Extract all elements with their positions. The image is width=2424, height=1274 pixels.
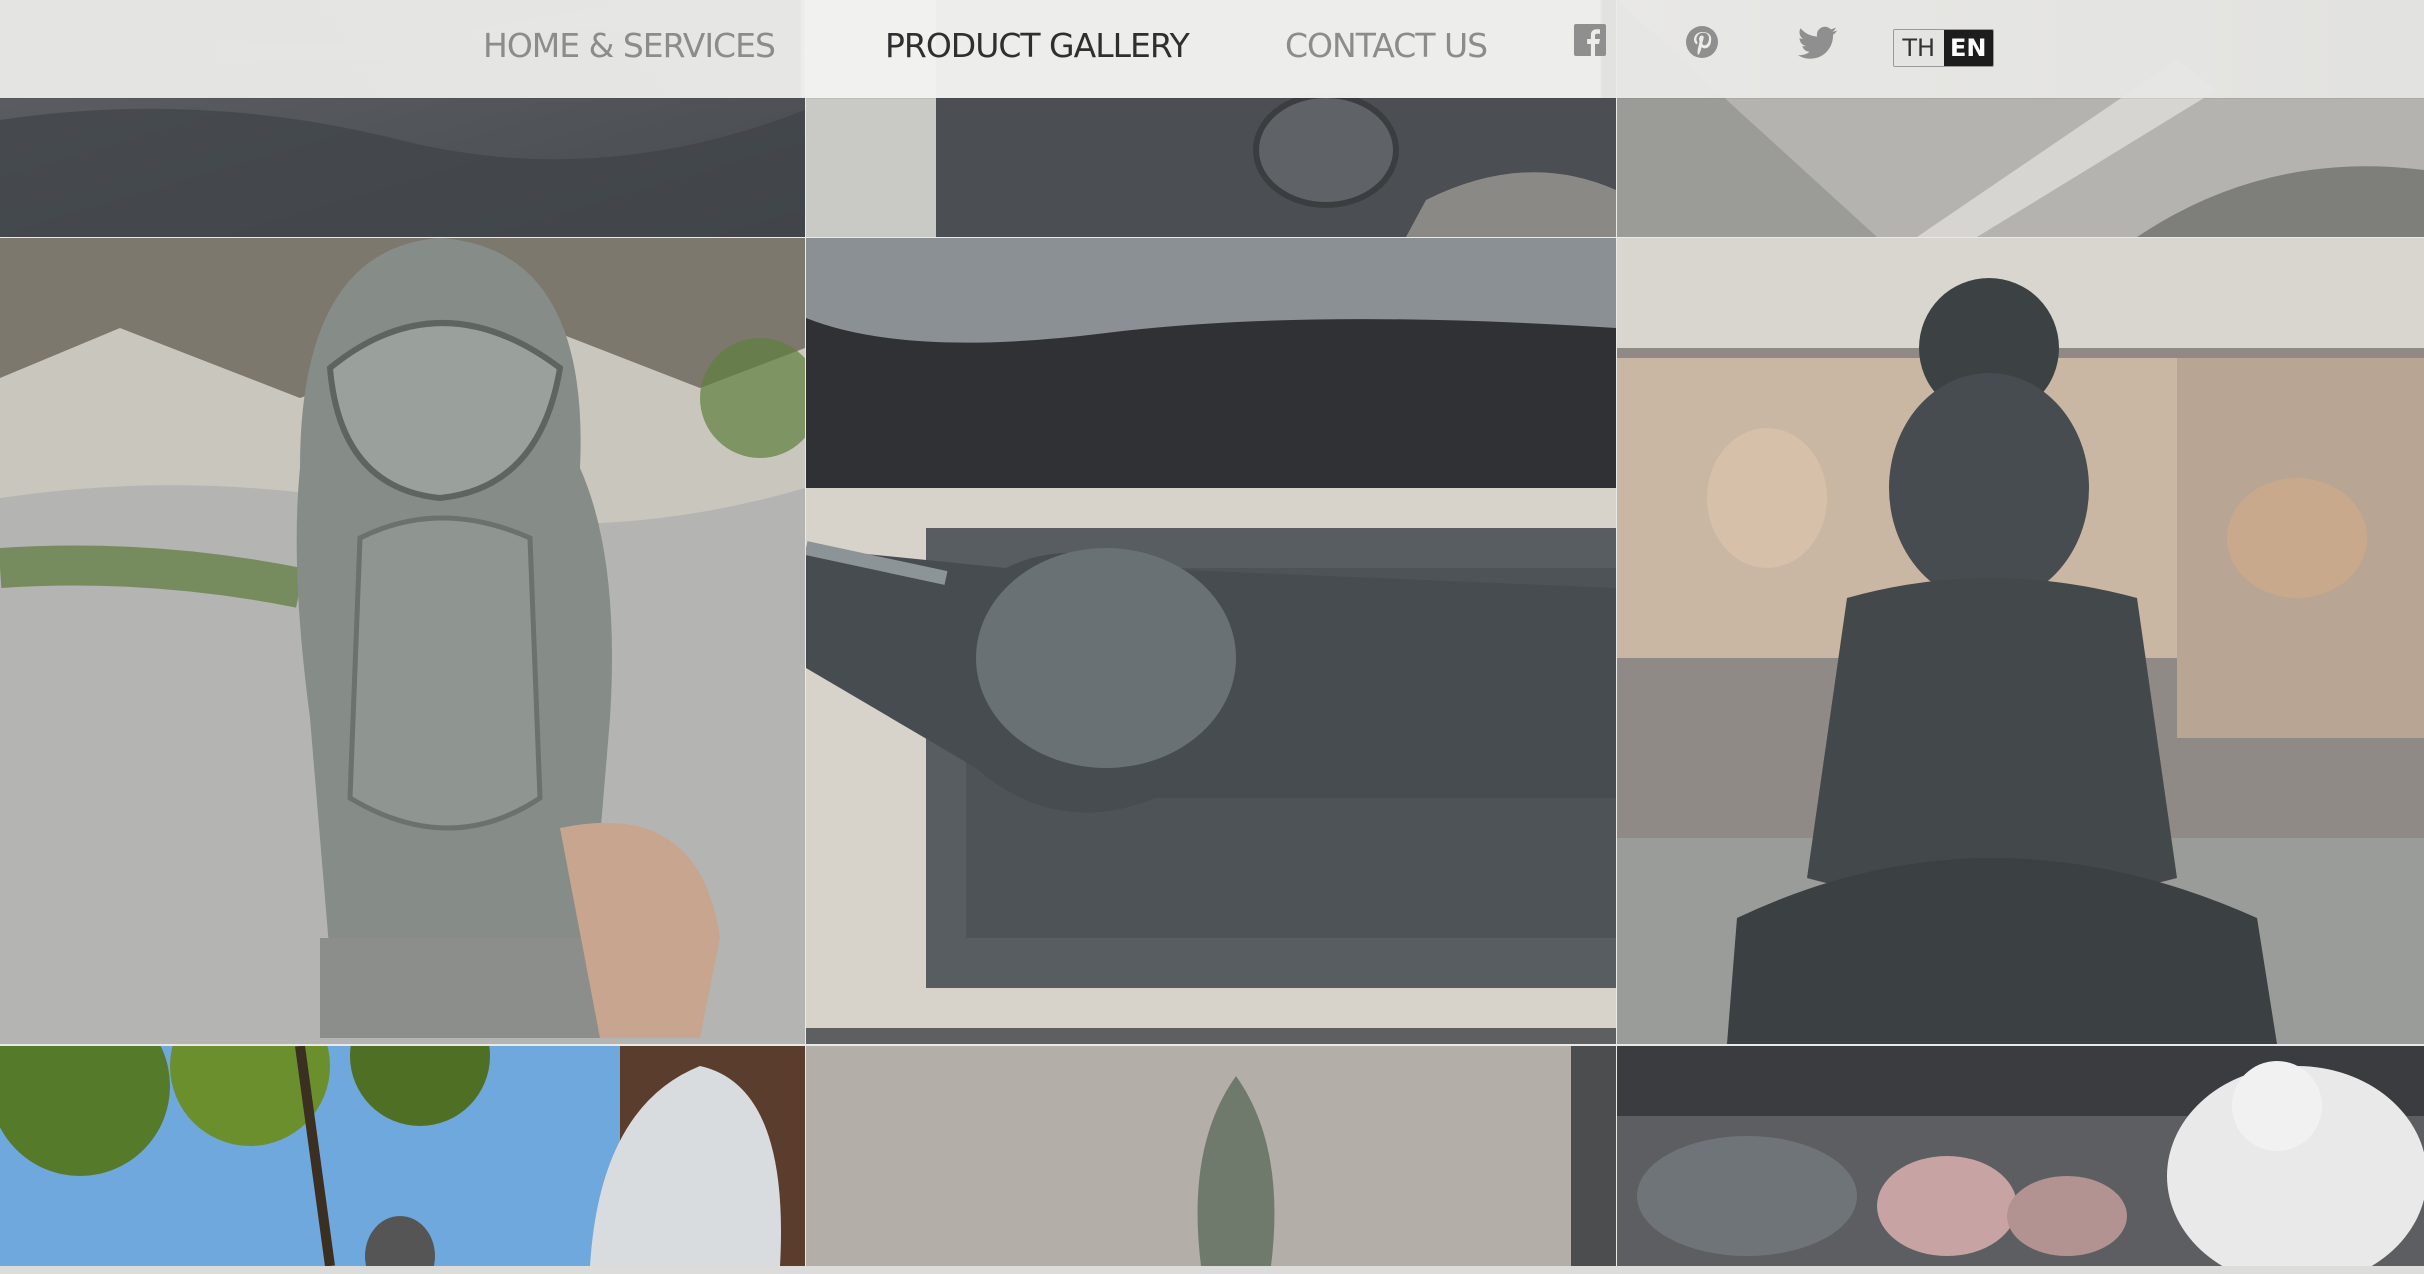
language-th-button[interactable]: TH (1894, 30, 1944, 66)
gallery-tile-seated-buddha[interactable] (1617, 238, 2424, 1044)
nav-home-services-link[interactable]: HOME & SERVICES (483, 26, 776, 65)
twitter-icon[interactable] (1797, 26, 1839, 62)
facebook-icon[interactable] (1572, 22, 1612, 62)
page-bottom-edge (0, 1266, 2424, 1274)
gallery-tile-singha-lion-statue[interactable] (0, 238, 805, 1044)
language-en-button[interactable]: EN (1943, 30, 1993, 66)
nav-product-gallery-link[interactable]: PRODUCT GALLERY (885, 26, 1190, 65)
top-navigation-bar: HOME & SERVICES PRODUCT GALLERY CONTACT … (0, 0, 2424, 98)
gallery-tile-naga-statue[interactable] (0, 1046, 805, 1266)
language-switcher: TH EN (1893, 29, 1994, 67)
gallery-tile-lotus-flame-finial[interactable] (806, 1046, 1616, 1266)
pinterest-icon[interactable] (1684, 24, 1724, 64)
gallery-tile-reclining-buddha[interactable] (806, 238, 1616, 1044)
nav-contact-us-link[interactable]: CONTACT US (1285, 26, 1488, 65)
gallery-tile-laughing-buddha[interactable] (1617, 1046, 2424, 1266)
